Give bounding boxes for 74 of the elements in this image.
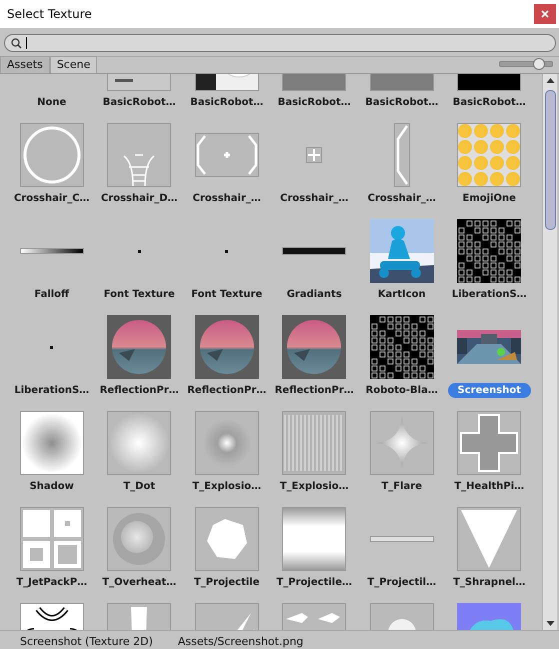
texture-thumbnail[interactable]: [20, 507, 84, 571]
texture-thumbnail[interactable]: [457, 411, 522, 475]
texture-label[interactable]: BasicRobot…: [98, 95, 180, 110]
texture-thumbnail[interactable]: [107, 123, 172, 187]
texture-label[interactable]: Font Texture: [187, 287, 266, 302]
texture-thumbnail[interactable]: [194, 411, 259, 475]
close-button[interactable]: [534, 4, 556, 24]
texture-label[interactable]: LiberationS…: [10, 383, 94, 398]
texture-thumbnail[interactable]: [107, 411, 172, 475]
search-field[interactable]: [4, 34, 556, 52]
texture-label[interactable]: T_Shrapnel…: [449, 575, 530, 590]
texture-label[interactable]: Crosshair_…: [188, 191, 265, 206]
texture-label[interactable]: EmojiOne: [458, 191, 520, 206]
texture-label[interactable]: Shadow: [26, 479, 78, 494]
slider-thumb[interactable]: [533, 58, 545, 70]
texture-label[interactable]: T_Explosio…: [188, 479, 266, 494]
window-title: Select Texture: [7, 7, 92, 21]
texture-label[interactable]: Crosshair_C…: [10, 191, 94, 206]
texture-label[interactable]: Gradiants: [282, 287, 346, 302]
texture-label[interactable]: ReflectionPr…: [270, 383, 358, 398]
texture-thumbnail[interactable]: [225, 250, 228, 252]
texture-thumbnail[interactable]: [194, 507, 259, 571]
texture-thumbnail[interactable]: [370, 536, 434, 542]
texture-label[interactable]: LiberationS…: [448, 287, 531, 302]
texture-label[interactable]: T_Projectile: [190, 575, 264, 590]
texture-thumbnail[interactable]: [457, 123, 522, 187]
texture-label[interactable]: T_JetPackP…: [12, 575, 92, 590]
texture-thumbnail[interactable]: [107, 507, 172, 571]
texture-thumbnail[interactable]: [394, 123, 410, 187]
texture-thumbnail[interactable]: [282, 247, 346, 255]
tab[interactable]: Scene: [50, 56, 98, 73]
scrollbar-thumb[interactable]: [544, 90, 556, 230]
texture-label[interactable]: T_Projectil…: [363, 575, 440, 590]
texture-label[interactable]: BasicRobot…: [186, 95, 268, 110]
texture-label[interactable]: BasicRobot…: [274, 95, 355, 110]
texture-thumbnail[interactable]: [20, 248, 84, 254]
asset-name: Screenshot (Texture 2D): [20, 634, 153, 648]
texture-thumbnail[interactable]: [282, 507, 346, 571]
texture-label[interactable]: Screenshot: [448, 383, 531, 398]
texture-label[interactable]: T_Flare: [377, 479, 426, 494]
texture-thumbnail[interactable]: [306, 147, 322, 163]
texture-label[interactable]: T_HealthPi…: [450, 479, 528, 494]
texture-thumbnail[interactable]: [370, 411, 434, 475]
texture-thumbnail[interactable]: [457, 219, 522, 283]
tab[interactable]: Assets: [0, 56, 50, 73]
scrollbar[interactable]: [542, 74, 557, 630]
texture-label[interactable]: Crosshair_…: [276, 191, 352, 206]
texture-thumbnail[interactable]: [194, 133, 259, 177]
texture-thumbnail[interactable]: [50, 346, 54, 348]
asset-path: Assets/Screenshot.png: [178, 634, 304, 648]
texture-label[interactable]: KartIcon: [374, 287, 430, 302]
texture-thumbnail[interactable]: [282, 411, 346, 475]
texture-thumbnail[interactable]: [370, 315, 434, 379]
texture-label[interactable]: None: [33, 95, 70, 110]
texture-label[interactable]: Crosshair_…: [364, 191, 440, 206]
texture-label[interactable]: BasicRobot…: [448, 95, 530, 110]
texture-label[interactable]: T_Dot: [119, 479, 160, 494]
texture-label[interactable]: ReflectionPr…: [96, 383, 183, 398]
texture-label[interactable]: T_Projectile…: [272, 575, 356, 590]
texture-thumbnail[interactable]: [457, 507, 522, 571]
texture-label[interactable]: Roboto-Bla…: [362, 383, 442, 398]
texture-thumbnail[interactable]: [20, 123, 84, 187]
close-icon: [541, 10, 549, 18]
texture-label[interactable]: ReflectionPr…: [183, 383, 270, 398]
texture-label[interactable]: Crosshair_D…: [96, 191, 182, 206]
texture-label[interactable]: BasicRobot…: [361, 95, 442, 110]
texture-label[interactable]: Falloff: [30, 287, 74, 302]
search-icon: [11, 38, 22, 48]
texture-label[interactable]: T_Overheat…: [98, 575, 180, 590]
zoom-slider[interactable]: [499, 61, 553, 67]
texture-label[interactable]: T_Explosio…: [276, 479, 353, 494]
texture-thumbnail[interactable]: [20, 411, 84, 475]
texture-thumbnail[interactable]: [138, 250, 141, 252]
texture-label[interactable]: Font Texture: [100, 287, 179, 302]
